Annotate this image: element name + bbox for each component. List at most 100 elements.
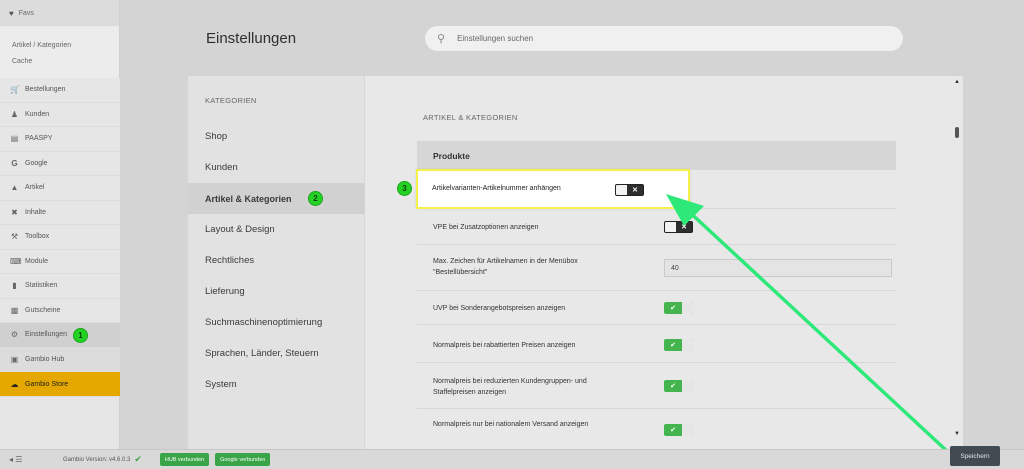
toggle-knob <box>682 339 693 351</box>
cart-icon: 🛒 <box>10 85 20 95</box>
main-nav: 🛒 Bestellungen ♟ Kunden ▤ PAASPY G Google ▲ A… <box>0 78 120 397</box>
settings-panel: KATEGORIEN Shop Kunden Artikel & Kategor… <box>188 76 963 449</box>
setting-label: UVP bei Sonderangebotspreisen anzeigen <box>433 305 566 312</box>
category-list: KATEGORIEN Shop Kunden Artikel & Kategor… <box>188 76 365 449</box>
sidebar-item-label: Kunden <box>25 110 50 118</box>
scroll-up-icon[interactable]: ▲ <box>954 79 960 85</box>
users-icon: ♟ <box>10 109 19 119</box>
sidebar-item-gambio-store[interactable]: ☁ Gambio Store <box>0 372 120 397</box>
wrench-icon: ⚒ <box>10 232 19 242</box>
tools-icon: ✖ <box>11 207 18 217</box>
category-shop[interactable]: Shop <box>188 121 365 152</box>
max-chars-input[interactable] <box>664 259 892 277</box>
sidebar-item-label: Module <box>25 257 48 265</box>
section-title: ARTIKEL & KATEGORIEN <box>423 113 518 122</box>
favorites-header[interactable]: ♥ Favs <box>0 0 119 26</box>
settings-content: ARTIKEL & KATEGORIEN Produkte VPE bei Zu… <box>365 76 947 449</box>
setting-row: Normalpreis bei rabattierten Preisen anz… <box>417 325 896 363</box>
google-status-badge[interactable]: Google verbunden <box>215 453 271 466</box>
setting-label: Normalpreis nur bei nationalem Versand a… <box>433 421 589 428</box>
setting-row: VPE bei Zusatzoptionen anzeigen ✕ <box>417 209 896 245</box>
sidebar-item-artikel[interactable]: ▲ Artikel <box>0 176 120 201</box>
group-title: Produkte <box>417 141 896 170</box>
x-icon: ✕ <box>632 187 638 194</box>
sidebar-item-google[interactable]: G Google <box>0 151 120 176</box>
version-label: Gambio Version: v4.6.0.3 <box>63 456 131 463</box>
sidebar-item-inhalte[interactable]: ✖ Inhalte <box>0 200 120 225</box>
check-icon: ✔ <box>670 427 676 434</box>
plug-icon: ⌨ <box>10 256 22 266</box>
step-badge-2: 2 <box>308 191 323 206</box>
step-badge-3: 3 <box>397 181 412 196</box>
recent-link[interactable]: Cache <box>12 54 119 70</box>
sidebar-item-gutscheine[interactable]: ▩ Gutscheine <box>0 298 120 323</box>
check-icon: ✔ <box>670 305 676 312</box>
search-icon: ⚲ <box>437 33 446 45</box>
sidebar-item-label: Gambio Hub <box>25 355 65 363</box>
recent-links: Artikel / Kategorien Cache <box>0 26 119 78</box>
sidebar-item-gambio-hub[interactable]: ▣ Gambio Hub <box>0 347 120 372</box>
category-seo[interactable]: Suchmaschinenoptimierung <box>188 307 365 338</box>
sidebar-item-paaspy[interactable]: ▤ PAASPY <box>0 127 120 152</box>
category-heading: KATEGORIEN <box>205 96 257 105</box>
category-label: Artikel & Kategorien <box>205 193 292 204</box>
gears-icon: ⚙ <box>10 330 19 340</box>
category-system[interactable]: System <box>188 369 365 400</box>
sidebar-item-label: Gambio Store <box>25 380 69 388</box>
setting-row: Normalpreis bei reduzierten Kundengruppe… <box>417 363 896 409</box>
step-badge-1: 1 <box>73 328 88 343</box>
vpe-toggle[interactable]: ✕ <box>664 221 693 233</box>
gift-icon: ▩ <box>10 305 19 315</box>
version-info: Gambio Version: v4.6.0.3 ✔ <box>63 454 142 465</box>
highlighted-setting: Artikelvarianten-Artikelnummer anhängen … <box>416 169 690 209</box>
artikelvarianten-toggle[interactable]: ✕ <box>615 184 644 196</box>
check-icon: ✔ <box>134 454 142 464</box>
toggle-knob <box>682 302 693 314</box>
sidebar-item-einstellungen[interactable]: ⚙ Einstellungen 1 <box>0 323 120 348</box>
category-lieferung[interactable]: Lieferung <box>188 276 365 307</box>
sidebar-item-label: Gutscheine <box>25 306 61 314</box>
save-button[interactable]: Speichern <box>950 446 1000 466</box>
search-input[interactable] <box>457 34 858 43</box>
sidebar-item-module[interactable]: ⌨ Module <box>0 249 120 274</box>
setting-label: Max. Zeichen für Artikelnamen in der Men… <box>433 258 578 276</box>
toggle-knob <box>682 380 693 392</box>
normalpreis-kundengruppe-toggle[interactable]: ✔ <box>664 380 693 392</box>
category-artikel-kategorien[interactable]: Artikel & Kategorien <box>188 183 365 214</box>
sidebar-item-bestellungen[interactable]: 🛒 Bestellungen <box>0 78 120 103</box>
setting-label: Artikelvarianten-Artikelnummer anhängen <box>432 185 561 192</box>
scrollbar[interactable]: ▲ ▼ <box>951 76 963 449</box>
normalpreis-rabatt-toggle[interactable]: ✔ <box>664 339 693 351</box>
favorites-label: Favs <box>18 9 34 17</box>
check-icon: ✔ <box>670 383 676 390</box>
toggle-knob <box>682 424 693 436</box>
sidebar-item-kunden[interactable]: ♟ Kunden <box>0 102 120 127</box>
uvp-toggle[interactable]: ✔ <box>664 302 693 314</box>
sidebar-item-label: PAASPY <box>25 135 53 143</box>
sidebar-item-toolbox[interactable]: ⚒ Toolbox <box>0 225 120 250</box>
sidebar-item-statistiken[interactable]: ▮ Statistiken <box>0 274 120 299</box>
normalpreis-national-toggle[interactable]: ✔ <box>664 424 693 436</box>
chart-icon: ▮ <box>12 281 17 291</box>
toggle-knob <box>665 222 676 232</box>
scroll-thumb[interactable] <box>955 127 959 138</box>
category-kunden[interactable]: Kunden <box>188 152 365 183</box>
page-title: Einstellungen <box>206 30 297 47</box>
scroll-down-icon[interactable]: ▼ <box>954 431 960 437</box>
category-rechtliches[interactable]: Rechtliches <box>188 245 365 276</box>
settings-search[interactable]: ⚲ <box>425 26 903 51</box>
card-icon: ▤ <box>10 134 19 144</box>
category-sprachen[interactable]: Sprachen, Länder, Steuern <box>188 338 365 369</box>
hierarchy-icon: ▲ <box>10 183 19 193</box>
hub-status-badge[interactable]: HUB verbunden <box>159 453 210 466</box>
setting-label: VPE bei Zusatzoptionen anzeigen <box>433 224 539 231</box>
sidebar-item-label: Statistiken <box>25 282 58 290</box>
sidebar-item-label: Inhalte <box>25 208 47 216</box>
menu-toggle-icon[interactable]: ◂ ☰ <box>9 455 29 464</box>
hub-icon: ▣ <box>10 354 19 364</box>
sidebar-item-label: Artikel <box>25 184 45 192</box>
check-icon: ✔ <box>670 342 676 349</box>
setting-label: Normalpreis bei reduzierten Kundengruppe… <box>433 378 587 396</box>
category-layout-design[interactable]: Layout & Design <box>188 214 365 245</box>
recent-link[interactable]: Artikel / Kategorien <box>12 38 119 54</box>
